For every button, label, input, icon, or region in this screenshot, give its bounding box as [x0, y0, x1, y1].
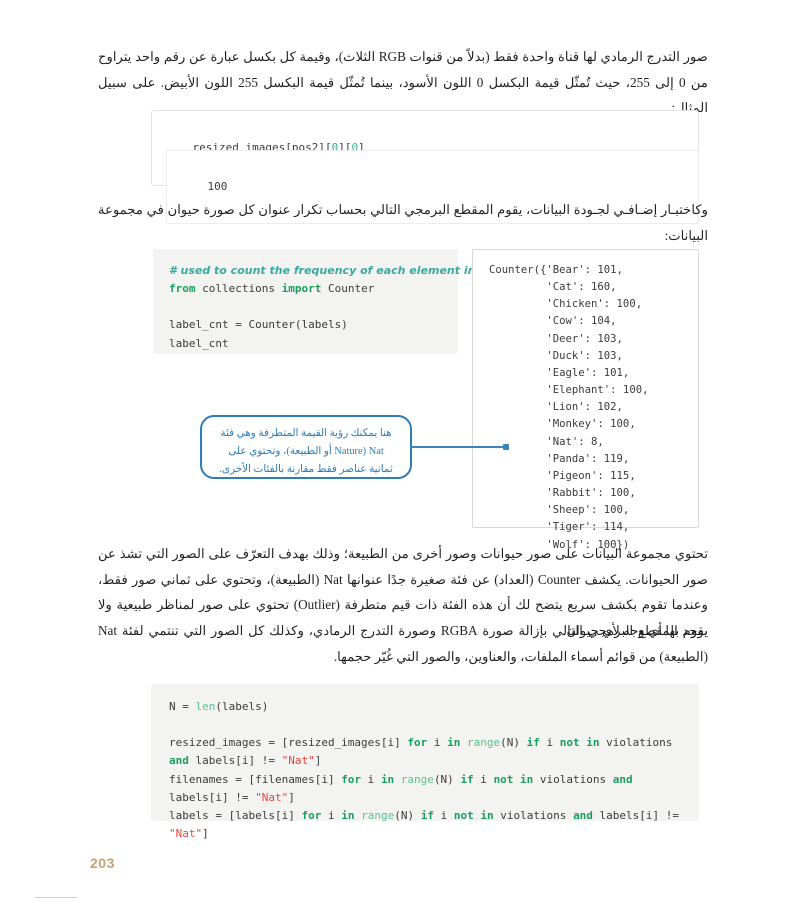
counter-output-text: Counter({'Bear': 101, 'Cat': 160, 'Chick… [489, 264, 649, 551]
margin-rule [35, 897, 77, 898]
code-keyword-from: from [169, 282, 196, 296]
callout-line-1: هنا يمكنك رؤية القيمة المتطرفة وهي فئة [220, 428, 392, 439]
code-line-labels-cont: "Nat"] [169, 826, 209, 840]
code-line-labels: labels = [labels[i] for i in range(N) if… [169, 808, 680, 822]
callout-line-3: ثمانية عناصر فقط مقارنة بالفئات الأخرى. [219, 464, 393, 476]
output-value-100: 100 [207, 180, 228, 194]
code-line-filenames: filenames = [filenames[i] for i in range… [169, 772, 633, 786]
annotation-callout: هنا يمكنك رؤية القيمة المتطرفة وهي فئة N… [200, 415, 412, 479]
code-cell-input-3[interactable]: N = len(labels) resized_images = [resize… [151, 684, 699, 840]
paragraph-counter-intro: وكاختبـار إضـافـي لجـودة البيانات، يقوم … [98, 202, 708, 243]
code-line-echo: label_cnt [169, 336, 229, 350]
document-page: صور التدرج الرمادي لها قناة واحدة فقط (ب… [0, 0, 800, 904]
callout-connector-dot [503, 444, 509, 450]
code-line-resized-cont: and labels[i] != "Nat"] [169, 754, 322, 768]
code-cell-output-2: Counter({'Bear': 101, 'Cat': 160, 'Chick… [472, 249, 699, 551]
code-module-collections: collections [195, 282, 282, 296]
code-line-assign: label_cnt = Counter(labels) [169, 318, 348, 332]
code-cell-input-2[interactable]: # used to count the frequency of each el… [153, 249, 514, 354]
page-number: 203 [90, 855, 115, 871]
code-name-counter: Counter [321, 282, 375, 296]
paragraph-explain-2: يقوم المقطع البرمجي التالي بإزالة صورة R… [98, 623, 708, 664]
code-line-filenames-cont: labels[i] != "Nat"] [169, 790, 295, 804]
callout-line-2: Nat (Nature أو الطبيعة)، وتحتوي على [228, 446, 384, 458]
code-keyword-import: import [281, 282, 322, 296]
code-comment: # used to count the frequency of each el… [169, 264, 515, 277]
code-line-resized: resized_images = [resized_images[i] for … [169, 736, 673, 750]
callout-connector-line [410, 446, 505, 448]
code-line-n: N = len(labels) [169, 700, 269, 713]
